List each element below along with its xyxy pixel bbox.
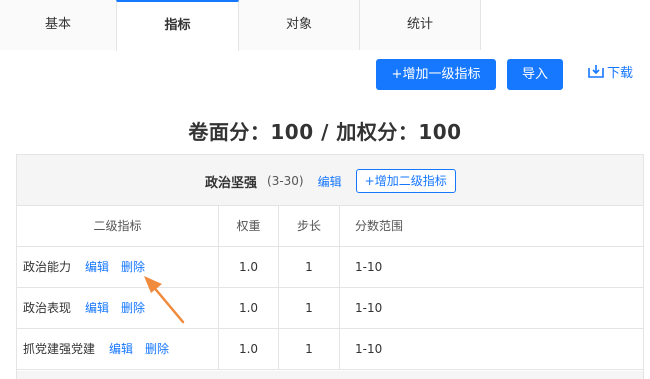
weight-cell: 1.0 [219, 329, 279, 369]
table-row: 抓党建强党建 编辑 删除 1.0 1 1-10 [17, 329, 643, 370]
step-cell: 1 [279, 329, 340, 369]
edit-link[interactable]: 编辑 [109, 342, 133, 356]
table-header-row: 二级指标 权重 步长 分数范围 [17, 206, 643, 247]
tab-bar: 基本 指标 对象 统计 [0, 0, 650, 51]
delete-link[interactable]: 删除 [145, 342, 169, 356]
column-header-step: 步长 [279, 206, 340, 246]
range-cell: 1-10 [355, 260, 383, 274]
tab-basic[interactable]: 基本 [0, 0, 117, 50]
level1-indicator-header: 政治坚强 (3-30) 编辑 +增加二级指标 [17, 155, 643, 206]
import-button[interactable]: 导入 [507, 59, 563, 90]
delete-link[interactable]: 删除 [121, 260, 145, 274]
weight-cell: 1.0 [219, 247, 279, 287]
level1-range: (3-30) [267, 174, 304, 188]
delete-link[interactable]: 删除 [121, 301, 145, 315]
add-level1-indicator-button[interactable]: +增加一级指标 [376, 59, 496, 90]
score-summary: 卷面分：100 / 加权分：100 [188, 120, 462, 144]
tab-indicators[interactable]: 指标 [116, 0, 239, 51]
download-link[interactable]: 下载 [588, 65, 633, 83]
column-header-indicator: 二级指标 [17, 206, 219, 246]
edit-link[interactable]: 编辑 [85, 260, 109, 274]
range-cell: 1-10 [355, 301, 383, 315]
indicator-table: 政治坚强 (3-30) 编辑 +增加二级指标 二级指标 权重 步长 分数范围 政… [16, 154, 644, 379]
edit-link[interactable]: 编辑 [85, 301, 109, 315]
weight-cell: 1.0 [219, 288, 279, 328]
download-label: 下载 [607, 66, 634, 81]
indicator-name: 抓党建强党建 [23, 342, 96, 356]
add-level2-indicator-button[interactable]: +增加二级指标 [355, 169, 456, 193]
tab-statistics[interactable]: 统计 [360, 0, 481, 50]
indicator-name: 政治表现 [23, 301, 72, 315]
tab-bar-filler [481, 0, 650, 50]
column-header-weight: 权重 [219, 206, 279, 246]
table-row: 政治表现 编辑 删除 1.0 1 1-10 [17, 288, 643, 329]
column-header-range: 分数范围 [355, 219, 404, 233]
download-icon [588, 64, 607, 84]
table-footer-strip [17, 371, 643, 379]
step-cell: 1 [279, 247, 340, 287]
tab-objects[interactable]: 对象 [239, 0, 360, 50]
indicator-name: 政治能力 [23, 260, 72, 274]
range-cell: 1-10 [355, 342, 383, 356]
table-row: 政治能力 编辑 删除 1.0 1 1-10 [17, 247, 643, 288]
level1-edit-link[interactable]: 编辑 [318, 173, 342, 190]
step-cell: 1 [279, 288, 340, 328]
level1-name: 政治坚强 [205, 175, 258, 191]
